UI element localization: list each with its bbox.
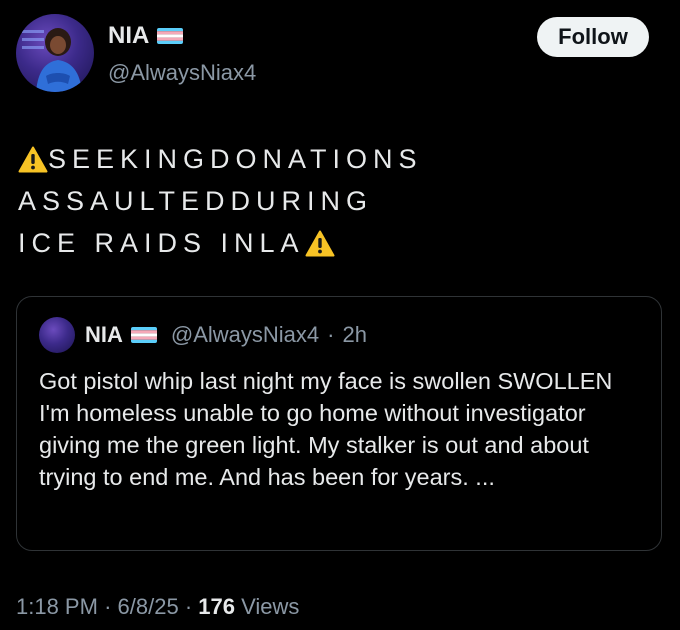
views-count: 176 xyxy=(198,594,235,619)
tweet-line: ASSAULTEDDURING xyxy=(18,186,374,216)
views-label: Views xyxy=(241,594,300,619)
separator: · xyxy=(184,594,193,619)
transgender-flag-icon xyxy=(157,28,184,44)
tweet-time[interactable]: 1:18 PM xyxy=(16,594,98,619)
author-name[interactable]: NIA xyxy=(108,22,149,50)
quoted-tweet-header: NIA @AlwaysNiax4 · 2h xyxy=(39,317,367,353)
separator: · xyxy=(327,322,335,347)
warning-icon xyxy=(305,230,335,257)
tweet-line: ICE RAIDS INLA xyxy=(18,222,423,264)
quoted-author-name: NIA xyxy=(85,322,123,347)
tweet-date[interactable]: 6/8/25 xyxy=(118,594,179,619)
author-handle[interactable]: @AlwaysNiax4 xyxy=(108,60,256,86)
tweet-line: SEEKINGDONATIONS xyxy=(18,138,423,180)
avatar[interactable] xyxy=(16,14,94,92)
author-row: NIA xyxy=(108,22,184,50)
tweet-text: SEEKINGDONATIONS ASSAULTEDDURING ICE RAI… xyxy=(18,138,423,264)
warning-icon xyxy=(18,146,48,173)
follow-button[interactable]: Follow xyxy=(537,17,649,57)
tweet-meta: 1:18 PM · 6/8/25 · 176 Views xyxy=(16,594,299,620)
quoted-timestamp[interactable]: 2h xyxy=(342,322,366,348)
quoted-tweet[interactable]: NIA @AlwaysNiax4 · 2h Got pistol whip la… xyxy=(16,296,662,551)
separator: · xyxy=(104,594,112,619)
transgender-flag-icon xyxy=(130,327,157,343)
avatar[interactable] xyxy=(39,317,75,353)
quoted-tweet-text: Got pistol whip last night my face is sw… xyxy=(39,368,613,490)
quoted-author-handle: @AlwaysNiax4 xyxy=(170,322,320,347)
